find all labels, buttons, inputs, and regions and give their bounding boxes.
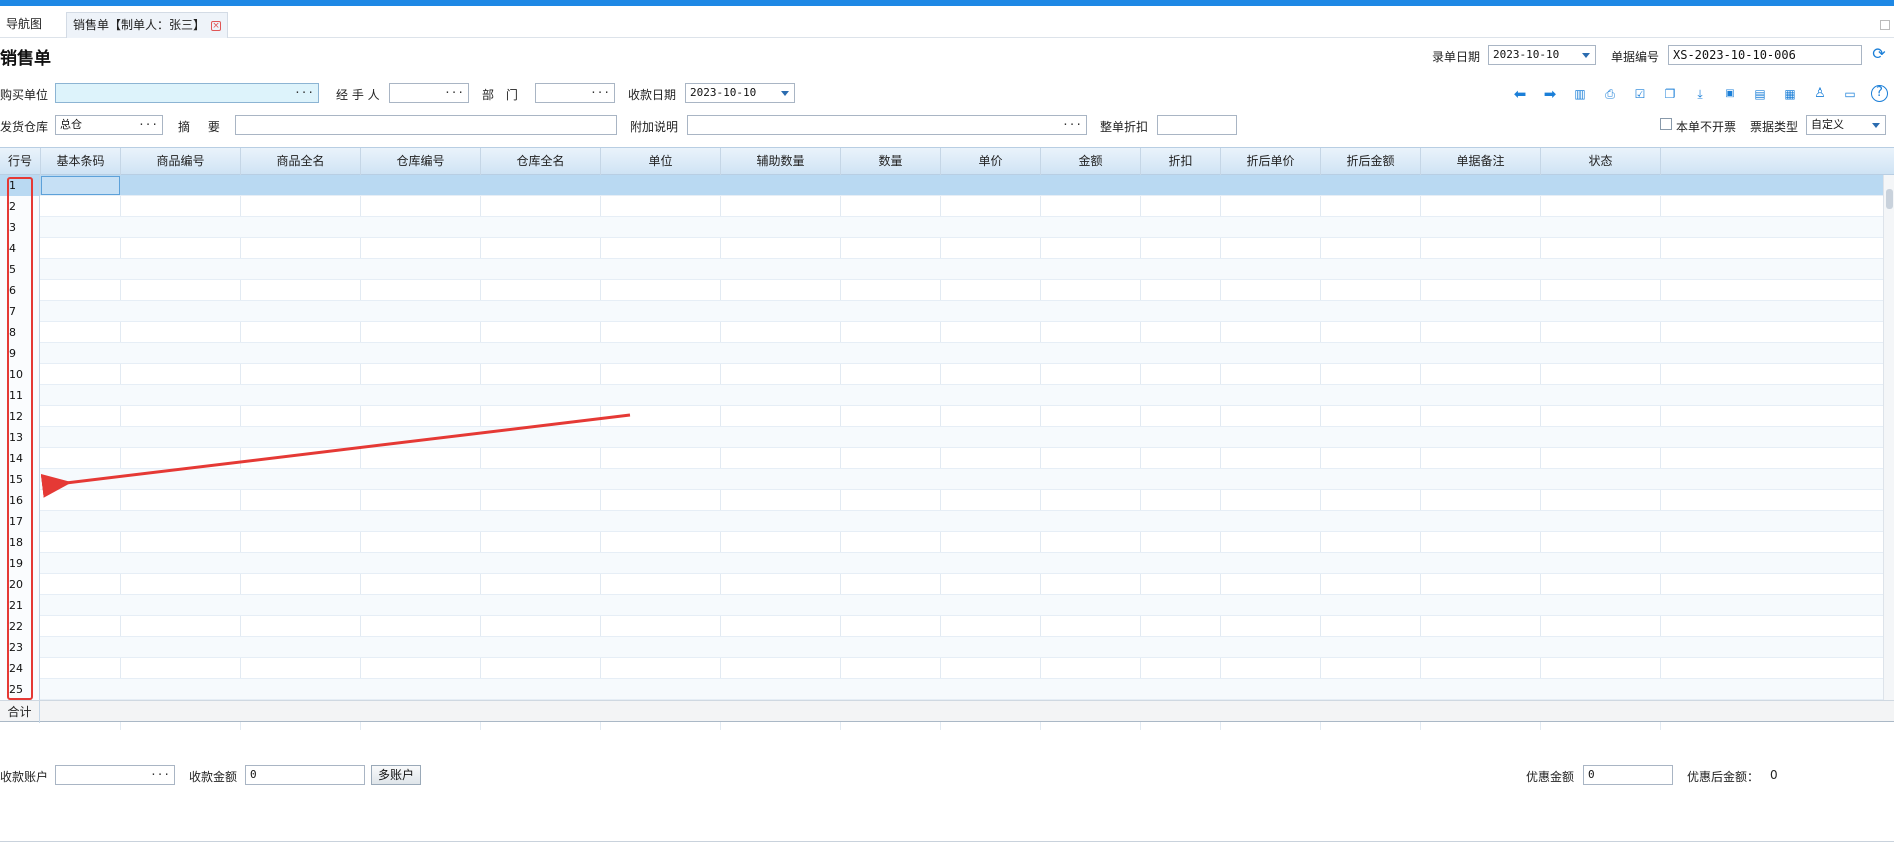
discount-amount-value: 0 xyxy=(1588,768,1595,781)
ellipsis-icon[interactable]: ··· xyxy=(150,766,170,784)
after-discount-label: 优惠后金额： xyxy=(1687,770,1760,784)
discount-amount-field[interactable]: 0 xyxy=(1583,765,1673,785)
divider xyxy=(0,841,1894,842)
discount-amount-label: 优惠金额 xyxy=(1526,770,1575,784)
multi-account-button[interactable]: 多账户 xyxy=(371,765,421,785)
amount-label: 收款金额 xyxy=(189,770,238,784)
amount-field[interactable]: 0 xyxy=(245,765,365,785)
account-field[interactable]: ··· xyxy=(55,765,175,785)
annotation-arrow-icon xyxy=(40,413,631,498)
account-label: 收款账户 xyxy=(0,770,49,784)
amount-value: 0 xyxy=(250,768,257,781)
after-discount-value: 0 xyxy=(1770,768,1778,782)
